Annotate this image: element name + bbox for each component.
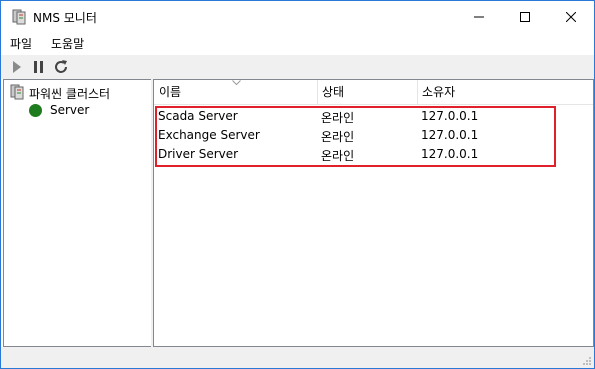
table-row[interactable]: Exchange Server 온라인 127.0.0.1 [154,127,593,146]
toolbar [1,55,594,79]
resize-grip-icon[interactable] [582,356,592,366]
server-list-pane: 이름 상태 소유자 Scada Server 온라인 127.0.0.1 Exc… [153,79,594,347]
table-row[interactable]: Driver Server 온라인 127.0.0.1 [154,146,593,165]
menu-file[interactable]: 파일 [10,35,32,52]
server-name: Exchange Server [158,128,260,142]
column-header-name-label: 이름 [159,85,182,99]
refresh-button[interactable] [53,59,69,75]
column-header-owner-label: 소유자 [422,85,456,99]
close-icon [566,11,576,22]
list-header: 이름 상태 소유자 [154,80,593,105]
server-cluster-icon [9,84,25,100]
server-owner: 127.0.0.1 [421,109,479,123]
cluster-tree-pane: 파워씬 클러스터 Server [3,79,152,347]
pause-icon [34,61,43,73]
sort-ascending-icon [232,80,241,86]
online-status-icon [29,104,42,117]
nms-monitor-window: NMS 모니터 파일 도움말 파워씬 클러스터 Server 이름 상태 소유자… [0,0,595,369]
column-header-owner[interactable]: 소유자 [417,80,567,104]
server-state: 온라인 [321,111,355,125]
minimize-button[interactable] [456,1,502,32]
window-title: NMS 모니터 [33,11,97,25]
tree-child-label: Server [50,103,90,117]
close-button[interactable] [548,1,594,32]
menu-help[interactable]: 도움말 [51,35,84,52]
column-header-state-label: 상태 [322,85,345,99]
play-button[interactable] [9,59,25,75]
minimize-icon [474,16,484,17]
pause-button[interactable] [31,59,47,75]
refresh-icon [55,60,67,73]
server-name: Scada Server [158,109,238,123]
server-state: 온라인 [321,130,355,144]
server-owner: 127.0.0.1 [421,147,479,161]
menu-bar: 파일 도움말 [1,32,594,54]
maximize-button[interactable] [502,1,548,32]
server-name: Driver Server [158,147,239,161]
tree-root-label: 파워씬 클러스터 [29,87,111,101]
server-owner: 127.0.0.1 [421,128,479,142]
status-bar [1,347,594,368]
column-header-state[interactable]: 상태 [317,80,417,104]
maximize-icon [520,11,530,22]
server-cluster-icon [11,9,27,25]
table-row[interactable]: Scada Server 온라인 127.0.0.1 [154,108,593,127]
play-icon [13,61,21,73]
server-state: 온라인 [321,149,355,163]
title-bar[interactable]: NMS 모니터 [1,1,594,32]
